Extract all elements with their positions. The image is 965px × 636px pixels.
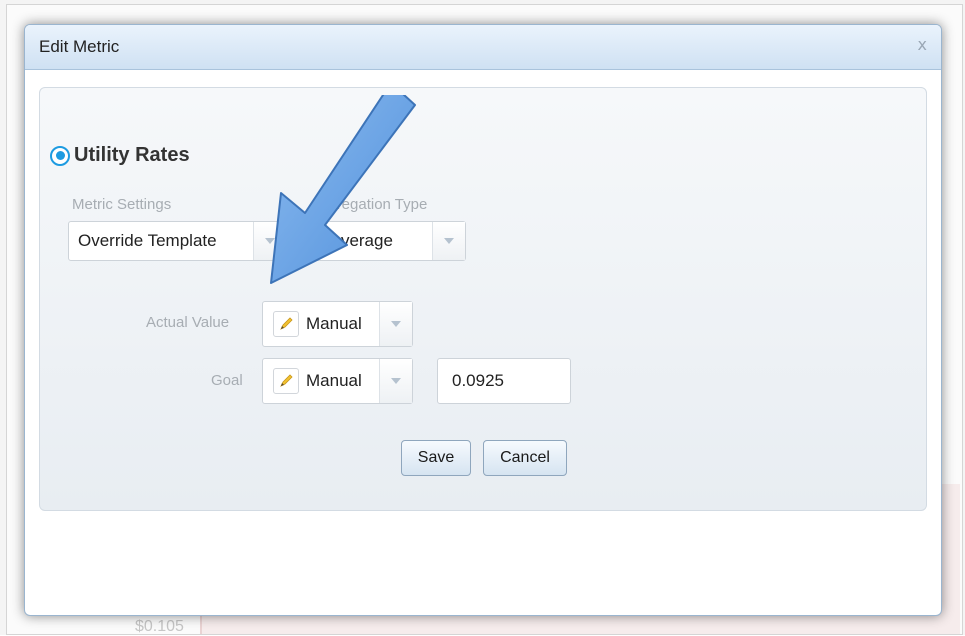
metric-panel: Utility Rates Metric Settings Override T…	[39, 87, 927, 511]
annotation-arrow-icon	[270, 95, 416, 284]
dialog-title: Edit Metric	[39, 37, 120, 56]
metric-settings-label: Metric Settings	[72, 196, 172, 213]
close-icon[interactable]: x	[918, 35, 927, 54]
goal-dropdown[interactable]: Manual	[262, 358, 413, 404]
cancel-button[interactable]: Cancel	[483, 440, 567, 476]
dialog-header: Edit Metric x	[25, 25, 941, 70]
goal-input[interactable]: 0.0925	[437, 358, 571, 404]
metric-settings-dropdown[interactable]: Override Template	[68, 221, 287, 261]
actual-value-dropdown[interactable]: Manual	[262, 301, 413, 347]
chevron-down-icon[interactable]	[379, 359, 412, 403]
goal-value: Manual	[306, 371, 362, 390]
pencil-icon	[273, 368, 299, 394]
save-button[interactable]: Save	[401, 440, 471, 476]
radio-selected-icon[interactable]	[50, 145, 70, 166]
pencil-icon	[273, 311, 299, 337]
metric-heading: Utility Rates	[50, 144, 190, 167]
background-price-text: $0.105	[135, 618, 184, 635]
metric-settings-value: Override Template	[78, 231, 217, 250]
edit-metric-dialog: Edit Metric x Utility Rates Metric Setti…	[24, 24, 942, 616]
goal-label: Goal	[211, 372, 243, 389]
chevron-down-icon[interactable]	[379, 302, 412, 346]
chevron-down-icon[interactable]	[432, 222, 465, 260]
metric-name: Utility Rates	[74, 144, 190, 166]
actual-value-label: Actual Value	[146, 314, 230, 331]
actual-value-value: Manual	[306, 314, 362, 333]
